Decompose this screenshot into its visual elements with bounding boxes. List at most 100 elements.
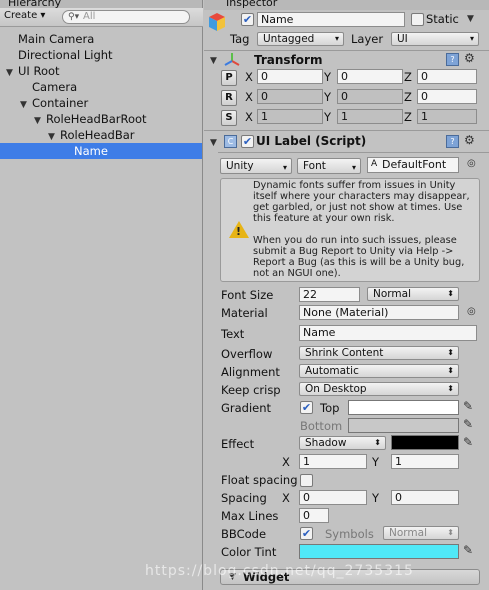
gear-icon[interactable]: ⚙ xyxy=(464,51,475,65)
keep-crisp-dropdown[interactable]: On Desktop ⬍ xyxy=(299,382,459,396)
reset-position-button[interactable]: P xyxy=(221,70,237,86)
chevron-updown-icon: ⬍ xyxy=(374,438,381,447)
alignment-dropdown[interactable]: Automatic ⬍ xyxy=(299,364,459,378)
inspector-panel: Inspector ✔ Name Static ▼ Tag Untagged ▾ … xyxy=(204,0,489,590)
dynamic-font-warning: ! Dynamic fonts suffer from issues in Un… xyxy=(220,178,480,282)
gradient-label: Gradient xyxy=(221,401,272,415)
chevron-down-icon: ▾ xyxy=(351,163,356,172)
gradient-bottom-color[interactable] xyxy=(348,418,459,433)
gameobject-cube-icon xyxy=(208,12,226,32)
static-dropdown-icon[interactable]: ▼ xyxy=(467,14,474,24)
help-book-icon[interactable]: ? xyxy=(446,53,459,66)
hierarchy-item-label: UI Root xyxy=(18,64,60,78)
effect-value: Shadow xyxy=(305,437,347,449)
rotation-z-field[interactable]: 0 xyxy=(417,89,477,104)
help-book-icon[interactable]: ? xyxy=(446,135,459,148)
font-style-value: Normal xyxy=(373,288,411,300)
reset-scale-button[interactable]: S xyxy=(221,110,237,126)
spacing-y-field[interactable]: 0 xyxy=(391,490,459,505)
position-x-field[interactable]: 0 xyxy=(257,69,323,84)
static-checkbox[interactable] xyxy=(411,13,424,26)
overflow-label: Overflow xyxy=(221,347,273,361)
hierarchy-item-label: Camera xyxy=(32,80,78,94)
font-dropdown[interactable]: Font ▾ xyxy=(297,158,361,174)
font-object-field[interactable]: A DefaultFont xyxy=(367,157,459,173)
chevron-updown-icon: ⬍ xyxy=(447,348,454,357)
hierarchy-item-container[interactable]: ▼ Container xyxy=(0,95,202,111)
axis-x-label: X xyxy=(245,70,253,84)
spacing-x-field[interactable]: 0 xyxy=(299,490,367,505)
symbols-dropdown[interactable]: Normal ⬍ xyxy=(383,526,459,540)
overflow-dropdown[interactable]: Shrink Content ⬍ xyxy=(299,346,459,360)
gear-icon[interactable]: ⚙ xyxy=(464,133,475,147)
gradient-checkbox[interactable]: ✔ xyxy=(300,401,313,414)
font-size-label: Font Size xyxy=(221,288,274,302)
symbols-label: Symbols xyxy=(325,527,374,541)
rotation-x-field[interactable]: 0 xyxy=(257,89,323,104)
hierarchy-item-main-camera[interactable]: Main Camera xyxy=(0,31,202,47)
chevron-updown-icon: ⬍ xyxy=(447,528,454,537)
uilabel-enabled-checkbox[interactable]: ✔ xyxy=(241,135,254,148)
inspector-tab[interactable]: Inspector xyxy=(204,0,489,10)
object-name-field[interactable]: Name xyxy=(257,12,405,27)
transform-foldout-icon[interactable]: ▼ xyxy=(210,56,217,66)
font-size-field[interactable]: 22 xyxy=(299,287,360,302)
effect-y-field[interactable]: 1 xyxy=(391,454,459,469)
hierarchy-item-camera[interactable]: Camera xyxy=(0,79,202,95)
transform-title: Transform xyxy=(254,53,323,67)
font-type-dropdown[interactable]: Unity ▾ xyxy=(220,158,292,174)
bbcode-checkbox[interactable]: ✔ xyxy=(300,527,313,540)
float-spacing-checkbox[interactable] xyxy=(300,474,313,487)
gradient-top-label: Top xyxy=(320,401,340,415)
position-z-field[interactable]: 0 xyxy=(417,69,477,84)
font-style-dropdown[interactable]: Normal ⬍ xyxy=(367,287,459,301)
position-y-field[interactable]: 0 xyxy=(337,69,403,84)
scale-x-field[interactable]: 1 xyxy=(257,109,323,124)
object-picker-icon[interactable]: ◎ xyxy=(467,158,476,169)
alignment-label: Alignment xyxy=(221,365,280,379)
color-tint-swatch[interactable] xyxy=(299,544,459,559)
eyedropper-icon[interactable]: ✎ xyxy=(463,435,473,449)
gradient-top-color[interactable] xyxy=(348,400,459,415)
effect-x-field[interactable]: 1 xyxy=(299,454,367,469)
hierarchy-item-roleheadbar[interactable]: ▼ RoleHeadBar xyxy=(0,127,202,143)
layer-label: Layer xyxy=(351,32,384,46)
text-field[interactable]: Name xyxy=(299,325,477,341)
chevron-down-icon: ▾ xyxy=(334,34,339,43)
effect-x-label: X xyxy=(282,455,290,469)
rotation-y-field[interactable]: 0 xyxy=(337,89,403,104)
eyedropper-icon[interactable]: ✎ xyxy=(463,399,473,413)
active-checkbox[interactable]: ✔ xyxy=(241,13,254,26)
warning-icon-mark: ! xyxy=(236,225,242,238)
effect-dropdown[interactable]: Shadow ⬍ xyxy=(299,436,386,450)
max-lines-label: Max Lines xyxy=(221,509,279,523)
hierarchy-item-ui-root[interactable]: ▼ UI Root xyxy=(0,63,202,79)
eyedropper-icon[interactable]: ✎ xyxy=(463,543,473,557)
reset-rotation-button[interactable]: R xyxy=(221,90,237,106)
font-dropdown-label: Font xyxy=(303,160,326,172)
effect-color[interactable] xyxy=(391,435,459,450)
uilabel-foldout-icon[interactable]: ▼ xyxy=(210,138,217,148)
max-lines-field[interactable]: 0 xyxy=(299,508,329,523)
hierarchy-item-name[interactable]: Name xyxy=(0,143,202,159)
axis-y-label: Y xyxy=(324,70,332,84)
hierarchy-item-directional-light[interactable]: Directional Light xyxy=(0,47,202,63)
layer-dropdown[interactable]: UI ▾ xyxy=(391,32,479,46)
axis-y-label: Y xyxy=(324,90,332,104)
overflow-value: Shrink Content xyxy=(305,347,384,359)
create-button[interactable]: Create ▾ xyxy=(4,10,45,24)
tag-label: Tag xyxy=(230,32,250,46)
font-type-value: Unity xyxy=(226,160,254,172)
gradient-bottom-label: Bottom xyxy=(300,419,343,433)
scale-z-field[interactable]: 1 xyxy=(417,109,477,124)
material-field[interactable]: None (Material) xyxy=(299,305,459,320)
static-label: Static xyxy=(426,12,459,26)
object-picker-icon[interactable]: ◎ xyxy=(467,306,476,317)
spacing-y-label: Y xyxy=(372,491,380,505)
tag-dropdown[interactable]: Untagged ▾ xyxy=(257,32,344,46)
eyedropper-icon[interactable]: ✎ xyxy=(463,417,473,431)
effect-label: Effect xyxy=(221,437,255,451)
hierarchy-item-roleheadbarroot[interactable]: ▼ RoleHeadBarRoot xyxy=(0,111,202,127)
search-input[interactable]: ⚲▾ All xyxy=(62,10,190,24)
scale-y-field[interactable]: 1 xyxy=(337,109,403,124)
